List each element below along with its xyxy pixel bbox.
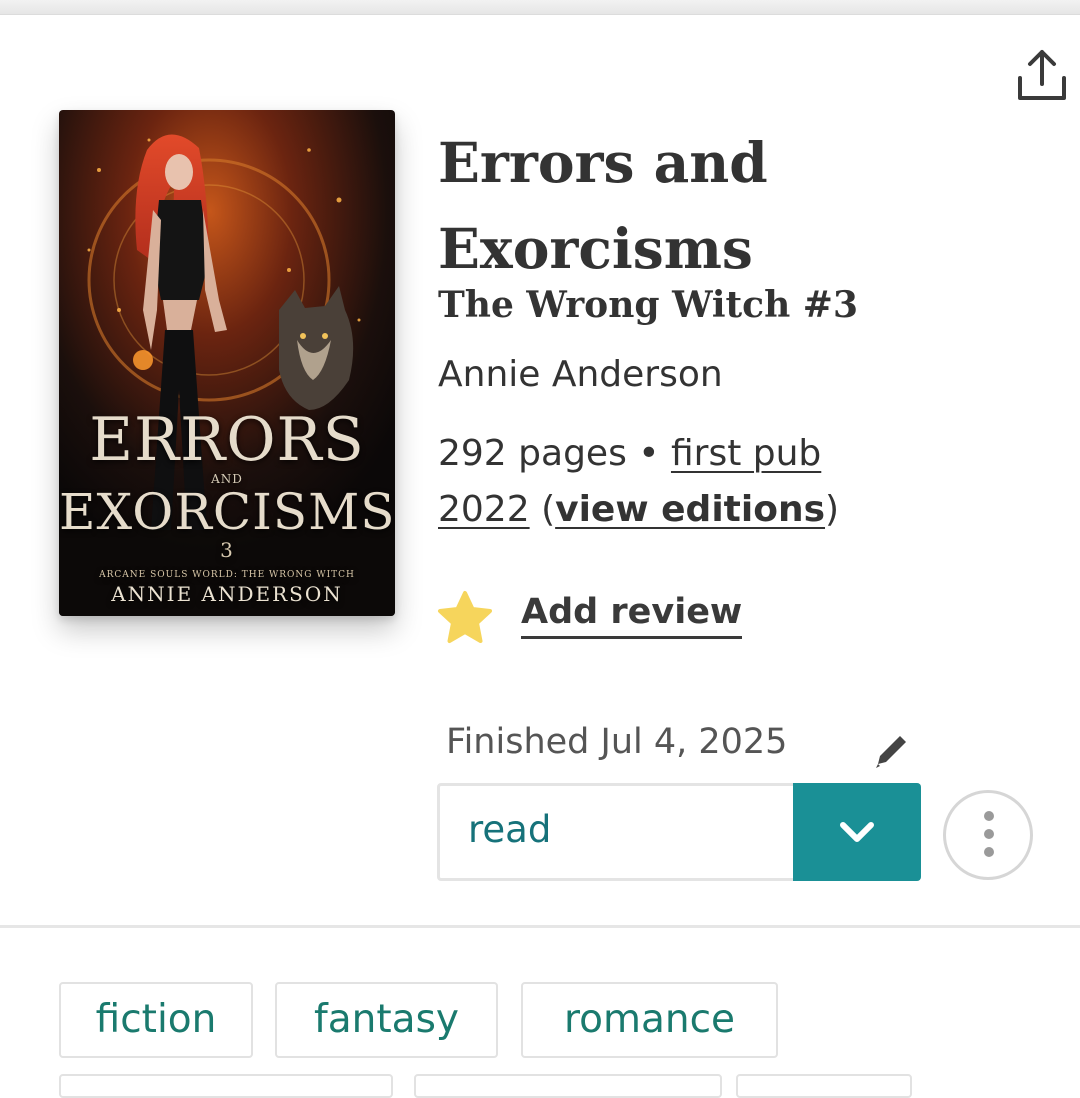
tag-partial[interactable] bbox=[736, 1074, 912, 1098]
star-icon bbox=[438, 591, 492, 643]
cover-series-number: 3 bbox=[220, 538, 234, 562]
tag-fantasy[interactable]: fantasy bbox=[275, 982, 498, 1058]
meta-separator: • bbox=[638, 433, 660, 474]
more-vertical-icon bbox=[984, 811, 994, 821]
finished-date: Finished Jul 4, 2025 bbox=[446, 722, 788, 762]
chevron-down-icon bbox=[840, 822, 874, 842]
more-options-button[interactable] bbox=[943, 790, 1033, 880]
author-link[interactable]: Annie Anderson bbox=[438, 354, 723, 395]
book-meta: 292 pages • first pub 2022 (view edition… bbox=[438, 433, 840, 530]
cover-series-text: ARCANE SOULS WORLD: THE WRONG WITCH bbox=[99, 570, 355, 580]
cover-author: ANNIE ANDERSON bbox=[111, 582, 343, 606]
add-review-button[interactable]: Add review bbox=[521, 592, 743, 639]
book-cover[interactable]: ERRORS AND EXORCISMS 3 ARCANE SOULS WORL… bbox=[59, 110, 395, 616]
book-title-line2: Exorcisms bbox=[438, 216, 753, 281]
series-link[interactable]: The Wrong Witch #3 bbox=[438, 284, 858, 326]
more-dot bbox=[984, 829, 994, 839]
tag-partial[interactable] bbox=[59, 1074, 393, 1098]
shelf-status-select[interactable]: read bbox=[437, 783, 921, 881]
tag-fiction[interactable]: fiction bbox=[59, 982, 253, 1058]
shelf-dropdown-button[interactable] bbox=[793, 783, 921, 881]
page-count: 292 pages bbox=[438, 433, 627, 474]
tag-romance[interactable]: romance bbox=[521, 982, 778, 1058]
book-title: Errors and Exorcisms bbox=[438, 120, 1038, 292]
more-dot bbox=[984, 847, 994, 857]
divider bbox=[0, 925, 1080, 928]
top-bar bbox=[0, 0, 1080, 15]
view-editions-link[interactable]: view editions bbox=[555, 489, 825, 530]
book-title-line1: Errors and bbox=[438, 130, 768, 195]
cover-title-line1: ERRORS bbox=[89, 405, 365, 475]
pencil-icon[interactable] bbox=[870, 728, 912, 772]
cover-title-line2: EXORCISMS bbox=[59, 483, 395, 541]
share-button[interactable] bbox=[1010, 44, 1074, 108]
share-icon bbox=[1018, 50, 1066, 100]
tag-partial[interactable] bbox=[414, 1074, 722, 1098]
shelf-status-value: read bbox=[468, 808, 552, 851]
